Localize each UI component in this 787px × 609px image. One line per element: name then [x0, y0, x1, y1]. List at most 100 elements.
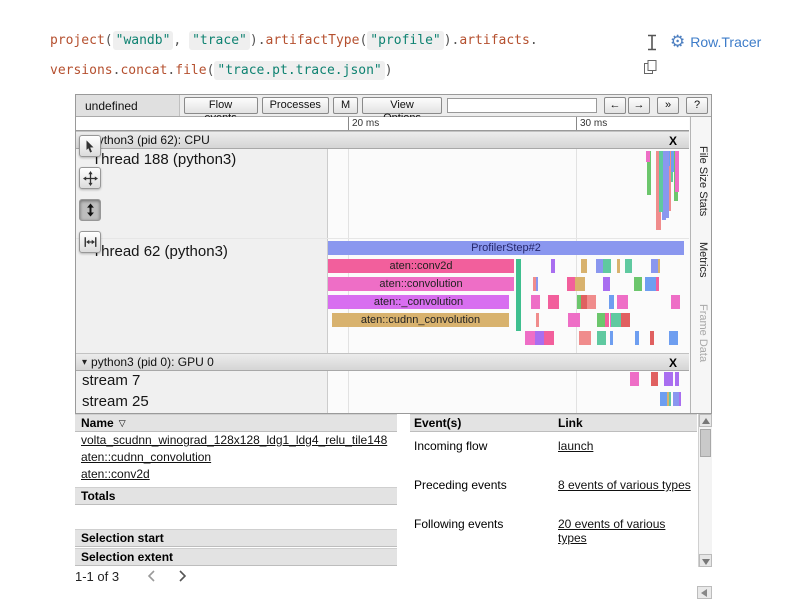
trace-event-bar[interactable]: [597, 331, 606, 345]
timeline-tracks[interactable]: ▾ python3 (pid 62): CPU X Thread 188 (py…: [76, 131, 689, 413]
name-column-header[interactable]: Name ▽: [75, 414, 397, 432]
trace-search-input[interactable]: [447, 98, 597, 113]
event-row-link[interactable]: 8 events of various types: [558, 478, 697, 492]
trace-event-bar[interactable]: [673, 392, 679, 406]
trace-event-bar[interactable]: [535, 331, 544, 345]
row-tracer-control[interactable]: ⚙ Row.Tracer: [670, 33, 761, 51]
name-rows: volta_scudnn_winograd_128x128_ldg1_ldg4_…: [75, 432, 397, 483]
trace-span-aten-cudnn-convolution[interactable]: aten::cudnn_convolution: [332, 313, 509, 327]
trace-event-bar[interactable]: [617, 295, 628, 309]
cpu-track-title: python3 (pid 62): CPU: [91, 133, 210, 147]
totals-row[interactable]: Totals: [75, 487, 397, 505]
trace-event-bar[interactable]: [586, 295, 596, 309]
table-gap: [75, 505, 397, 529]
pan-tool-button[interactable]: [79, 167, 101, 189]
event-row-link[interactable]: 20 events of various types: [558, 517, 697, 545]
side-tab-frame-data[interactable]: Frame Data: [693, 291, 713, 375]
event-row-label: Preceding events: [410, 478, 558, 492]
trace-event-bar[interactable]: [609, 295, 614, 309]
details-scrollbar[interactable]: [698, 414, 712, 567]
side-tab-file-size-stats[interactable]: File Size Stats: [693, 133, 713, 229]
code-expression: project("wandb", "trace").artifactType("…: [50, 26, 538, 86]
trace-event-bar[interactable]: [551, 259, 555, 273]
trace-event-bar[interactable]: [581, 259, 587, 273]
gpu-close-button[interactable]: X: [669, 356, 677, 370]
copy-icon[interactable]: [643, 59, 658, 80]
nav-more-button[interactable]: »: [657, 97, 679, 114]
trace-event-bar[interactable]: [666, 151, 669, 218]
trace-event-bar[interactable]: [516, 259, 521, 331]
scrollbar-thumb[interactable]: [700, 429, 711, 457]
trace-span-profilerstep-2[interactable]: ProfilerStep#2: [328, 241, 684, 255]
code-line-2: versions.concat.file("trace.pt.trace.jso…: [50, 56, 538, 86]
trace-event-bar[interactable]: [603, 277, 610, 291]
trace-event-bar[interactable]: [671, 295, 680, 309]
code-token: project: [50, 33, 105, 48]
row-tracer-label[interactable]: Row.Tracer: [690, 34, 761, 50]
toolbar-button-processes[interactable]: Processes: [262, 97, 329, 114]
trace-event-bar[interactable]: [617, 259, 620, 273]
cpu-close-button[interactable]: X: [669, 134, 677, 148]
trace-event-bar[interactable]: [606, 259, 609, 273]
timeline-ruler[interactable]: 20 ms30 ms: [76, 117, 689, 131]
trace-span-aten-convolution[interactable]: aten::convolution: [328, 277, 514, 291]
gear-icon[interactable]: ⚙: [670, 33, 685, 51]
trace-span-aten-conv2d[interactable]: aten::conv2d: [328, 259, 514, 273]
event-row-link[interactable]: launch: [558, 439, 697, 453]
trace-event-bar[interactable]: [659, 151, 663, 212]
trace-event-bar[interactable]: [675, 372, 679, 386]
trace-event-bar[interactable]: [646, 151, 650, 162]
trace-event-bar[interactable]: [675, 151, 679, 192]
nav-help-button[interactable]: ?: [686, 97, 708, 114]
trace-event-bar[interactable]: [579, 331, 591, 345]
side-tab-metrics[interactable]: Metrics: [693, 229, 713, 290]
trace-event-bar[interactable]: [575, 277, 585, 291]
name-link[interactable]: aten::cudnn_convolution: [81, 450, 211, 464]
toolbar-button-m[interactable]: M: [333, 97, 358, 114]
trace-event-bar[interactable]: [536, 313, 539, 327]
trace-event-bar[interactable]: [531, 295, 540, 309]
trace-event-bar[interactable]: [525, 331, 535, 345]
trace-event-bar[interactable]: [669, 331, 678, 345]
selection-tool-button[interactable]: [79, 135, 101, 157]
trace-event-bar[interactable]: [610, 331, 613, 345]
nav-forward-button[interactable]: →: [628, 97, 650, 114]
scroll-down-icon[interactable]: [699, 554, 712, 567]
trace-event-bar[interactable]: [651, 259, 658, 273]
trace-event-bar[interactable]: [536, 277, 538, 291]
trace-event-bar[interactable]: [664, 372, 671, 386]
trace-event-bar[interactable]: [621, 313, 630, 327]
scroll-up-icon[interactable]: [699, 414, 712, 427]
name-link[interactable]: volta_scudnn_winograd_128x128_ldg1_ldg4_…: [81, 433, 387, 447]
trace-event-bar[interactable]: [634, 277, 642, 291]
trace-event-bar[interactable]: [596, 259, 603, 273]
trace-toolbar: undefined Flow eventsProcessesMView Opti…: [76, 95, 711, 117]
name-link[interactable]: aten::conv2d: [81, 467, 150, 481]
trace-event-bar[interactable]: [660, 392, 667, 406]
cpu-track-header[interactable]: ▾ python3 (pid 62): CPU X: [76, 131, 689, 149]
trace-event-bar[interactable]: [651, 372, 658, 386]
zoom-tool-button[interactable]: [79, 199, 101, 221]
next-page-button[interactable]: [175, 568, 191, 584]
trace-event-bar[interactable]: [597, 313, 605, 327]
gpu-track-header[interactable]: ▾ python3 (pid 0): GPU 0 X: [76, 353, 689, 371]
nav-back-button[interactable]: ←: [604, 97, 626, 114]
trace-span-aten-convolution[interactable]: aten::_convolution: [328, 295, 509, 309]
trace-event-bar[interactable]: [650, 331, 654, 345]
trace-event-bar[interactable]: [645, 277, 656, 291]
trace-event-bar[interactable]: [671, 151, 674, 172]
trace-event-bar[interactable]: [625, 259, 632, 273]
trace-event-bar[interactable]: [548, 295, 559, 309]
trace-event-bar[interactable]: [635, 331, 639, 345]
trace-event-bar[interactable]: [544, 331, 554, 345]
trace-event-bar[interactable]: [671, 372, 673, 386]
timing-tool-button[interactable]: [79, 231, 101, 253]
trace-event-bar[interactable]: [635, 372, 639, 386]
toolbar-button-view-options[interactable]: View Options: [362, 97, 442, 114]
prev-page-button[interactable]: [145, 568, 161, 584]
collapse-icon[interactable]: ▾: [82, 357, 87, 368]
trace-event-bar[interactable]: [568, 313, 580, 327]
toolbar-button-flow-events[interactable]: Flow events: [184, 97, 258, 114]
corner-scrollbar[interactable]: [697, 586, 712, 599]
trace-event-bar[interactable]: [581, 295, 587, 309]
